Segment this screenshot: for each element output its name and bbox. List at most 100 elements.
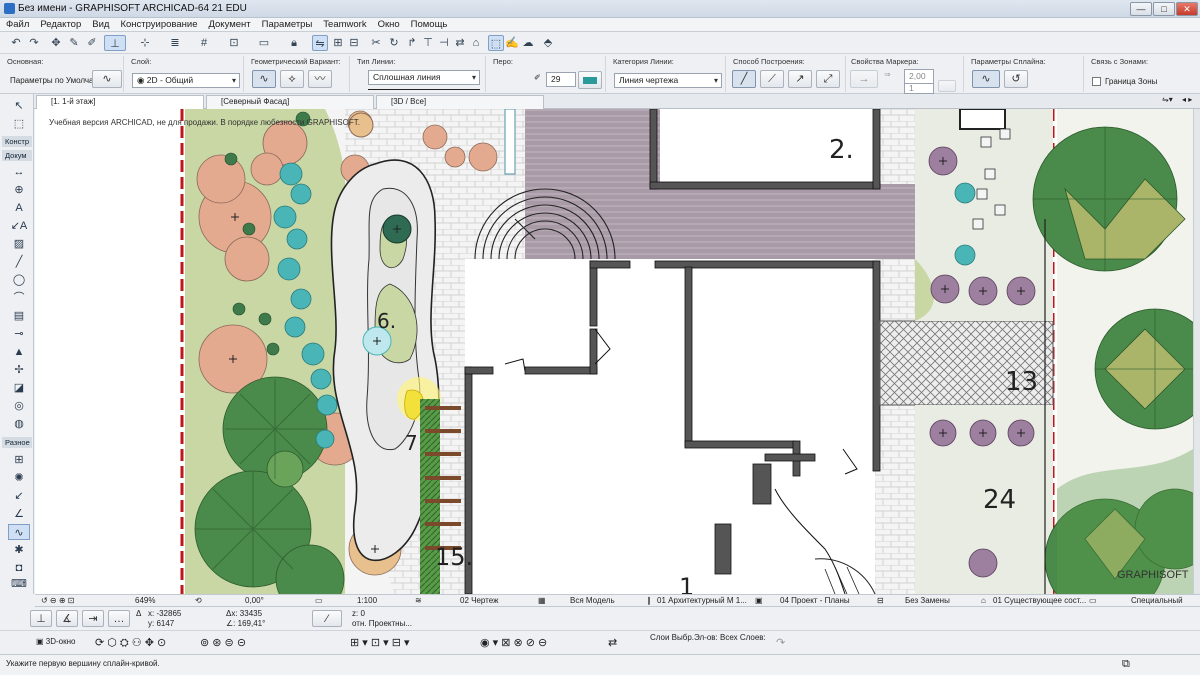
undo-icon[interactable]: ↶ <box>8 35 24 51</box>
restore-icon[interactable]: ⧉ <box>1122 658 1130 671</box>
section-document[interactable]: Докум <box>2 150 32 161</box>
label-tool-icon[interactable]: ↙A <box>10 218 28 234</box>
menu-help[interactable]: Помощь <box>405 18 453 30</box>
offset-icon[interactable]: ↱ <box>404 35 420 51</box>
marquee-tool-icon[interactable]: ⬚ <box>10 116 28 132</box>
spline-tool-icon[interactable]: ∿ <box>8 524 30 540</box>
linetype-select[interactable]: Сплошная линия <box>368 70 480 85</box>
section-design[interactable]: Констр <box>2 136 32 147</box>
section-tool-icon[interactable]: ⊸ <box>10 326 28 342</box>
menu-options[interactable]: Параметры <box>256 18 318 30</box>
redo-icon[interactable]: ↷ <box>26 35 42 51</box>
navigator-icon[interactable]: ⇋▾ <box>1162 95 1173 104</box>
grid-tool-icon[interactable]: ⊞ <box>10 452 28 468</box>
pen-color-swatch[interactable] <box>578 71 602 89</box>
trim-icon[interactable]: ⊣ <box>436 35 452 51</box>
tab-north-elevation[interactable]: [Северный Фасад] <box>206 95 374 109</box>
measure-icon[interactable]: ⁄ <box>312 610 342 627</box>
method-arrow-icon[interactable]: ⤢ <box>816 70 840 88</box>
suspend-groups-icon[interactable]: ⊡ <box>226 35 242 51</box>
home-icon[interactable]: ⌂ <box>468 35 484 51</box>
text-tool-icon[interactable]: A <box>10 200 28 216</box>
lock-icon[interactable]: 🔒︎ <box>286 35 302 51</box>
marker-size-field[interactable]: 2,00 <box>904 69 934 84</box>
layer-sync-icon[interactable]: ⇄ <box>608 636 617 649</box>
dimension-icon[interactable]: ↔ <box>10 164 28 180</box>
spline-closed-icon[interactable]: ↺ <box>1004 70 1028 88</box>
magic-icon[interactable]: ⊟ <box>346 35 362 51</box>
marker-pen-swatch[interactable] <box>938 80 956 92</box>
hotspot-tool-icon[interactable]: ✱ <box>10 542 28 558</box>
snap-guides-icon[interactable]: ⊹ <box>134 35 156 51</box>
x-coord[interactable]: x: -32865 <box>148 609 181 618</box>
dx-coord[interactable]: Δx: 33435 <box>226 609 262 618</box>
publish-icon[interactable]: ⬘ <box>540 35 556 51</box>
layer-select[interactable]: ◉ 2D - Общий <box>132 73 240 88</box>
section-more[interactable]: Разное <box>2 437 32 448</box>
pen-set-value[interactable]: 01 Архитектурный М 1... <box>657 596 747 605</box>
maximize-button[interactable]: □ <box>1153 2 1175 16</box>
natural-spline-icon[interactable]: ∿ <box>252 70 276 88</box>
pen-number[interactable]: 29 <box>546 72 576 87</box>
scale-value[interactable]: 1:100 <box>357 596 377 605</box>
model-view-value[interactable]: Вся Модель <box>570 596 615 605</box>
mirror-icon[interactable]: ⇄ <box>452 35 468 51</box>
zone-checkbox[interactable] <box>1092 77 1101 86</box>
figure-tool-icon[interactable]: ◘ <box>10 560 28 576</box>
tab-floor-plan[interactable]: [1. 1-й этаж] <box>36 95 204 109</box>
mvo-value[interactable]: 04 Проект - Планы <box>780 596 850 605</box>
fill-tool-icon[interactable]: ▨ <box>10 236 28 252</box>
ortho-icon[interactable]: ∡ <box>56 610 78 627</box>
walk-icons[interactable]: ⊚ ⊛ ⊜ ⊝ <box>200 636 246 649</box>
marquee-icon[interactable]: ⬚ <box>488 35 504 51</box>
menu-file[interactable]: Файл <box>0 18 34 30</box>
change-tool-icon[interactable]: ◎ <box>10 398 28 414</box>
menu-design[interactable]: Конструирование <box>114 18 202 30</box>
line-tool-icon[interactable]: ╱ <box>10 254 28 270</box>
vertical-scrollbar[interactable] <box>1193 109 1200 594</box>
zoom-icons[interactable]: ↺ ⊖ ⊕ ⊡ <box>41 596 74 605</box>
spline-handles-icon[interactable]: ∿ <box>972 70 1000 88</box>
view-3d-button[interactable]: ▣ 3D-окно <box>36 637 76 646</box>
arrow-tool-icon[interactable]: ↖ <box>10 98 28 114</box>
split-icon[interactable]: ✂ <box>368 35 384 51</box>
drawing-tool-icon[interactable]: ▤ <box>10 308 28 324</box>
menu-view[interactable]: Вид <box>86 18 114 30</box>
gravity-icon[interactable]: ⊥ <box>104 35 126 51</box>
rotate-view-icon[interactable]: ⟲ <box>195 596 202 605</box>
render-icons[interactable]: ◉ ▾ ⊠ ⊗ ⊘ ⊖ <box>480 636 547 649</box>
structure-value[interactable]: Специальный <box>1131 596 1183 605</box>
view-fit-icons[interactable]: ⊞ ▾ ⊡ ▾ ⊟ ▾ <box>350 636 410 649</box>
marker-type-icon[interactable]: → <box>850 70 878 88</box>
cloud-icon[interactable]: ☁ <box>520 35 536 51</box>
spot-icon[interactable]: ↙ <box>10 488 28 504</box>
layer-combo-value[interactable]: 02 Чертеж <box>460 596 498 605</box>
snap-icon[interactable]: ⊥ <box>30 610 52 627</box>
method-single-icon[interactable]: ╱ <box>732 70 756 88</box>
polyline-tool-icon[interactable]: ⌒ <box>10 290 28 306</box>
layers-icon[interactable]: ≣ <box>164 35 186 51</box>
menu-document[interactable]: Документ <box>202 18 255 30</box>
angle-coord[interactable]: ∠: 169,41° <box>226 619 265 628</box>
brush-icon[interactable]: ✍ <box>504 35 520 51</box>
pick-up-icon[interactable]: ✥ <box>48 35 64 51</box>
minimize-button[interactable]: — <box>1130 2 1152 16</box>
spline-tool-icon[interactable]: ∿ <box>92 70 122 88</box>
detail-tool-icon[interactable]: ✢ <box>10 362 28 378</box>
z-coord[interactable]: z: 0 <box>352 609 365 618</box>
y-coord[interactable]: y: 6147 <box>148 619 174 628</box>
override-value[interactable]: Без Замены <box>905 596 950 605</box>
track-icon[interactable]: … <box>108 610 130 627</box>
angle-value[interactable]: 0,00° <box>245 596 264 605</box>
method-both-icon[interactable]: ↗ <box>788 70 812 88</box>
tracker-icon[interactable]: ⇋ <box>312 35 328 51</box>
redo-icon[interactable]: ↷ <box>776 636 785 649</box>
circle-tool-icon[interactable]: ◯ <box>10 272 28 288</box>
tab-3d[interactable]: [3D / Все] <box>376 95 544 109</box>
renovation-value[interactable]: 01 Существующее сост... <box>993 596 1086 605</box>
extend-icon[interactable]: ⊤ <box>420 35 436 51</box>
tabs-arrows-icon[interactable]: ◂ ▸ <box>1182 95 1192 104</box>
grid-icon[interactable]: # <box>196 35 212 51</box>
menu-window[interactable]: Окно <box>372 18 405 30</box>
camera-icon[interactable]: ⌨ <box>10 576 28 592</box>
